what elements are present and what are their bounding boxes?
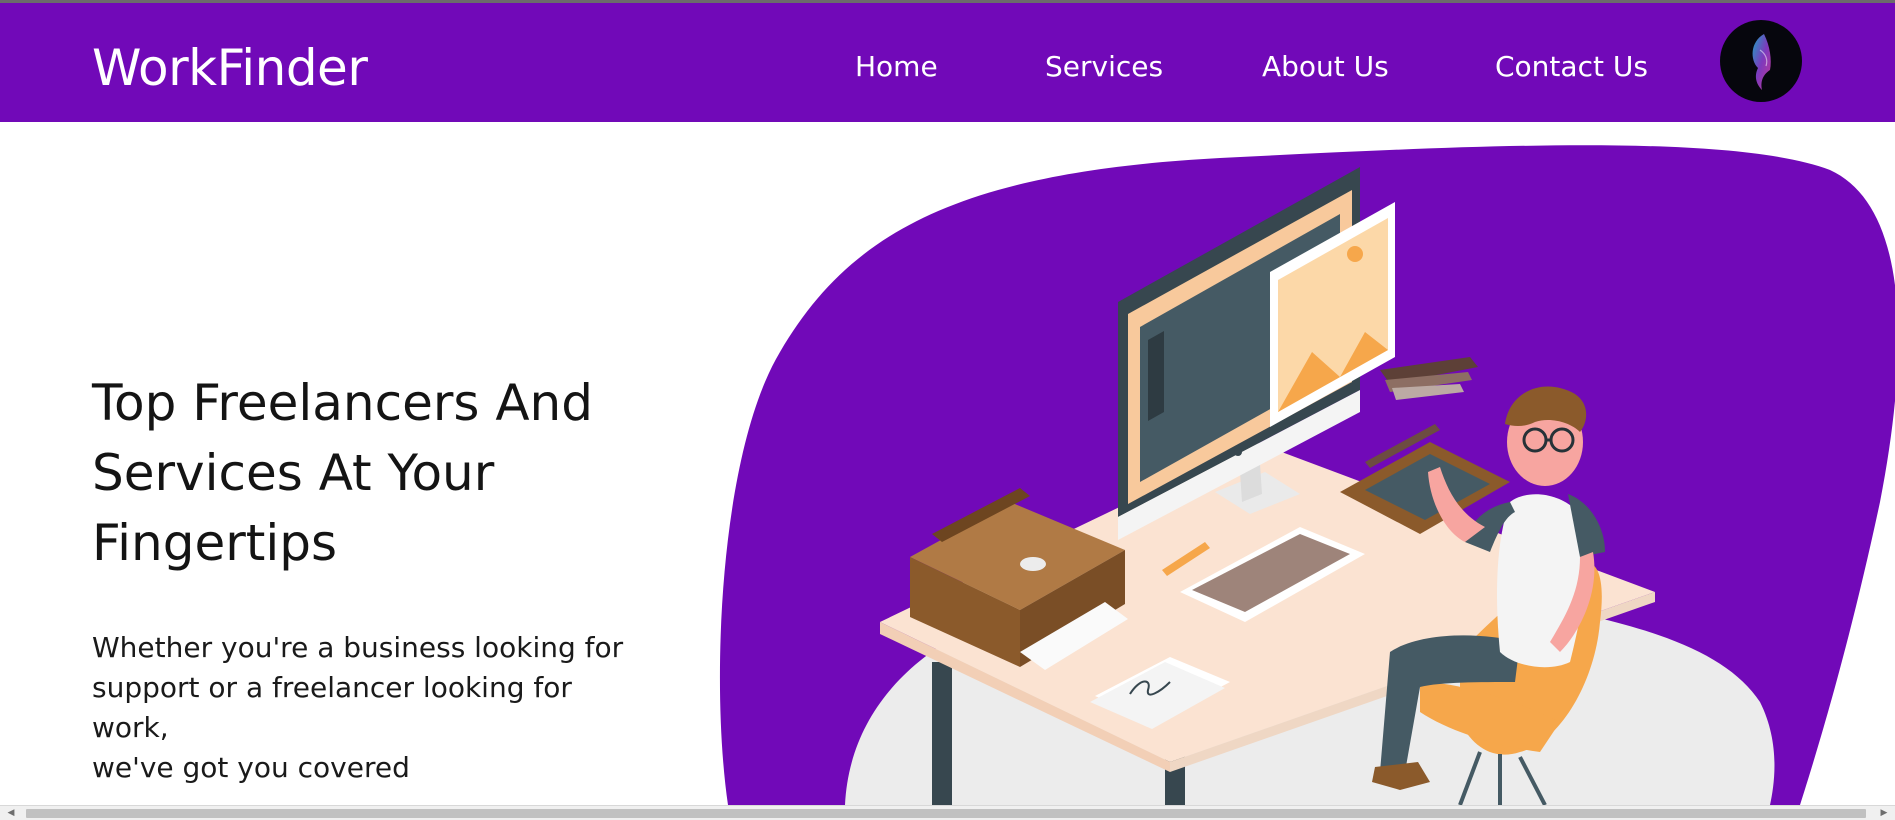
hero-subtitle-line-2: support or a freelancer looking for work… (92, 671, 572, 744)
hero-subtitle-line-3: we've got you covered (92, 751, 410, 784)
hero-subtitle: Whether you're a business looking for su… (92, 628, 652, 788)
navbar: WorkFinder Home Services About Us Contac… (0, 3, 1895, 122)
hero-title-line-2: Services At Your (92, 444, 495, 502)
nav-contact-us[interactable]: Contact Us (1495, 47, 1648, 87)
profile-avatar-icon[interactable] (1720, 20, 1802, 102)
nav-services[interactable]: Services (1045, 47, 1163, 87)
hero-title-line-3: Fingertips (92, 514, 338, 572)
chevron-left-icon[interactable]: ◀ (0, 806, 22, 820)
chevron-right-icon[interactable]: ▶ (1873, 806, 1895, 820)
hero-title-line-1: Top Freelancers And (92, 374, 593, 432)
brand-logo[interactable]: WorkFinder (92, 33, 368, 103)
horizontal-scrollbar[interactable]: ◀ ▶ (0, 805, 1895, 820)
hero-title: Top Freelancers And Services At Your Fin… (92, 368, 652, 578)
nav-about-us[interactable]: About Us (1262, 47, 1389, 87)
nav-home[interactable]: Home (855, 47, 938, 87)
hero-subtitle-line-1: Whether you're a business looking for (92, 631, 624, 664)
scrollbar-thumb[interactable] (26, 809, 1866, 818)
freelancer-at-desk-illustration (700, 122, 1895, 806)
